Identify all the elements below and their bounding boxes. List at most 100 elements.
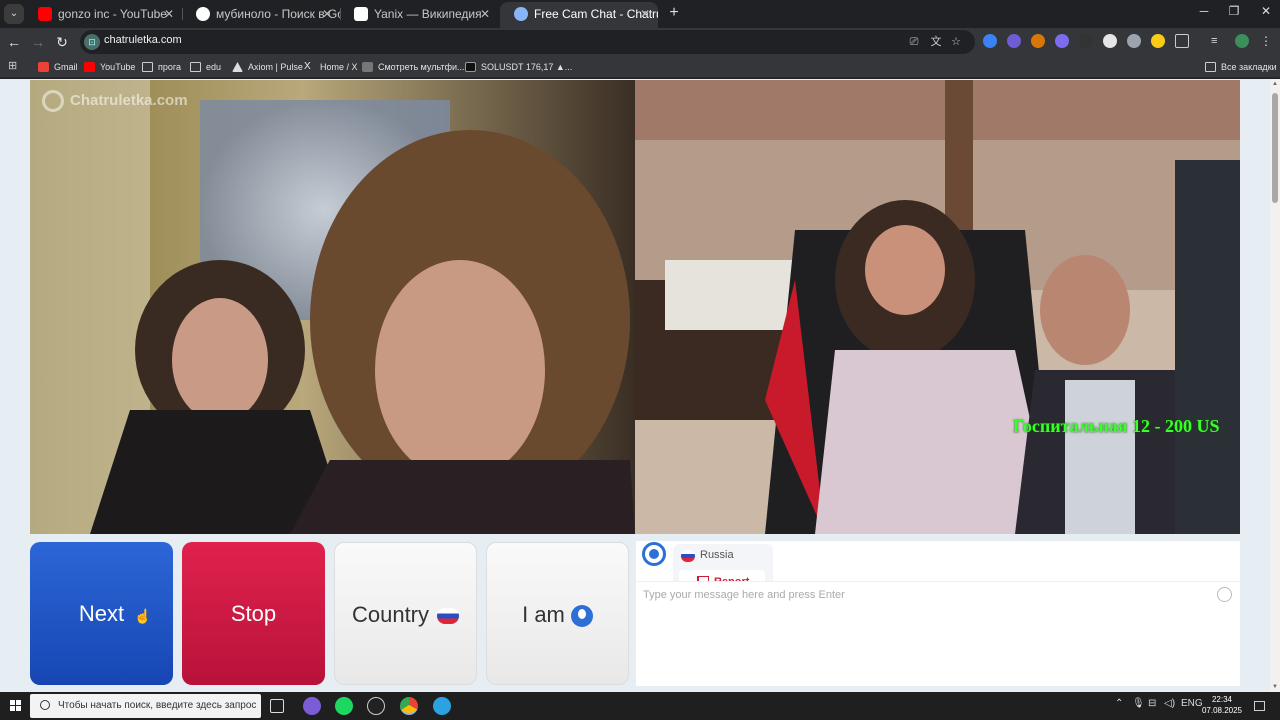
- x-icon: X: [304, 61, 311, 72]
- bookmark-label: edu: [206, 62, 222, 72]
- partner-country: Russia: [700, 549, 734, 561]
- bookmark-label: Gmail: [54, 62, 78, 72]
- country-button[interactable]: Country: [334, 542, 477, 685]
- extensions-puzzle-icon[interactable]: [1175, 34, 1189, 48]
- close-tab-icon[interactable]: ✕: [164, 2, 174, 26]
- restore-icon[interactable]: ❐: [1224, 4, 1244, 22]
- next-button[interactable]: Next: [30, 542, 173, 685]
- tray-overflow-icon[interactable]: ⌃: [1115, 698, 1123, 709]
- chrome-icon[interactable]: [400, 697, 418, 715]
- bookmark-folder-edu[interactable]: edu: [190, 59, 221, 75]
- youtube-icon: [38, 7, 52, 21]
- spotify-icon[interactable]: [335, 697, 353, 715]
- extension-icon[interactable]: [1103, 34, 1117, 48]
- bookmark-gmail[interactable]: Gmail: [38, 59, 78, 75]
- address-bar[interactable]: ⊡ chatruletka.com ⎚ 文 ☆: [80, 30, 975, 54]
- tab-title: Yanix — Википедия: [374, 7, 482, 21]
- axiom-icon: [232, 62, 243, 72]
- partner-video: Госпитальная 12 - 200 US: [635, 80, 1240, 534]
- extension-icon[interactable]: [1079, 34, 1093, 48]
- microphone-icon[interactable]: 🎙: [1132, 698, 1145, 709]
- reload-icon[interactable]: ↻: [52, 32, 72, 52]
- scroll-up-icon[interactable]: ▲: [1271, 81, 1279, 87]
- emoji-icon[interactable]: [1217, 587, 1232, 602]
- gender-button[interactable]: I am: [486, 542, 629, 685]
- bookmark-axiom[interactable]: Axiom | Pulse: [232, 59, 303, 75]
- bookmark-youtube[interactable]: YouTube: [84, 59, 135, 75]
- extension-icon[interactable]: [1055, 34, 1069, 48]
- chatruletka-logo-icon: [42, 90, 64, 112]
- back-icon[interactable]: ←: [4, 32, 24, 52]
- scroll-down-icon[interactable]: ▼: [1271, 684, 1279, 690]
- chat-input-placeholder: Type your message here and press Enter: [643, 589, 845, 601]
- menu-kebab-icon[interactable]: ⋮: [1259, 34, 1273, 48]
- mouse-cursor-icon: ☝: [134, 608, 152, 624]
- forward-icon[interactable]: →: [28, 32, 48, 52]
- clock-date: 07.08.2025: [1201, 706, 1243, 715]
- google-icon: [196, 7, 210, 21]
- stop-label: Stop: [230, 601, 277, 626]
- extension-icon[interactable]: [983, 34, 997, 48]
- site-watermark: Chatruletka.com: [42, 90, 188, 112]
- bookmark-star-icon[interactable]: ☆: [948, 34, 964, 50]
- close-tab-icon[interactable]: ✕: [640, 2, 650, 26]
- taskbar-app-icon[interactable]: [303, 697, 321, 715]
- windows-start-icon[interactable]: [10, 700, 22, 712]
- apps-grid-icon[interactable]: ⊞: [8, 60, 20, 72]
- tab-chatruletka[interactable]: Free Cam Chat - Chatruletk ✕: [500, 2, 658, 28]
- reading-list-icon[interactable]: ≡: [1211, 34, 1225, 48]
- extension-icon[interactable]: [1151, 34, 1165, 48]
- taskbar-search[interactable]: Чтобы начать поиск, введите здесь запрос: [30, 694, 261, 718]
- extension-icon[interactable]: [1007, 34, 1021, 48]
- youtube-icon: [84, 62, 95, 72]
- scroll-thumb[interactable]: [1272, 93, 1278, 203]
- minimize-icon[interactable]: ─: [1194, 4, 1214, 22]
- tab-youtube[interactable]: gonzo inc - YouTube ✕: [24, 2, 182, 28]
- bookmark-solusdt[interactable]: SOLUSDT 176,17 ▲...: [465, 59, 572, 75]
- page-scrollbar[interactable]: ▲ ▼: [1270, 79, 1280, 692]
- stop-button[interactable]: Stop: [182, 542, 325, 685]
- github-icon[interactable]: [367, 697, 385, 715]
- bookmark-label: Все закладки: [1221, 62, 1277, 72]
- new-tab-button[interactable]: +: [664, 4, 684, 24]
- site-icon: [362, 62, 373, 72]
- bookmark-folder-proga[interactable]: прога: [142, 59, 181, 75]
- cast-icon[interactable]: ⎚: [906, 34, 922, 50]
- url-text[interactable]: chatruletka.com: [104, 34, 182, 46]
- system-clock[interactable]: 22:34 07.08.2025: [1200, 694, 1244, 716]
- close-window-icon[interactable]: ✕: [1256, 4, 1276, 22]
- folder-icon: [1205, 62, 1216, 72]
- bookmark-cartoons[interactable]: Смотреть мультфи...: [362, 59, 465, 75]
- translate-icon[interactable]: 文: [928, 34, 944, 50]
- stream-overlay-text: Госпитальная 12 - 200 US: [1013, 416, 1220, 436]
- tab-wikipedia[interactable]: Yanix — Википедия ✕: [340, 2, 498, 28]
- close-tab-icon[interactable]: ✕: [480, 2, 490, 26]
- clock-time: 22:34: [1211, 695, 1233, 704]
- telegram-icon[interactable]: [433, 697, 451, 715]
- profile-avatar[interactable]: [1235, 34, 1249, 48]
- extension-icon[interactable]: [1031, 34, 1045, 48]
- chat-panel: Russia Report: [636, 541, 1240, 686]
- windows-taskbar: Чтобы начать поиск, введите здесь запрос…: [0, 692, 1280, 720]
- bookmark-label: Смотреть мультфи...: [378, 62, 465, 72]
- volume-icon[interactable]: ◁): [1164, 698, 1175, 709]
- network-icon[interactable]: ⊟: [1148, 698, 1156, 709]
- bookmark-x-home[interactable]: X Home / X: [304, 59, 358, 75]
- close-tab-icon[interactable]: ✕: [322, 2, 332, 26]
- extension-icon[interactable]: [1127, 34, 1141, 48]
- user-avatar-icon: [570, 605, 593, 628]
- site-info-icon[interactable]: ⊡: [84, 34, 100, 50]
- all-bookmarks[interactable]: Все закладки: [1205, 59, 1277, 75]
- wikipedia-icon: [354, 7, 368, 21]
- notifications-icon[interactable]: [1254, 701, 1265, 711]
- chat-message-input[interactable]: Type your message here and press Enter: [636, 581, 1240, 607]
- bookmark-label: Axiom | Pulse: [248, 62, 303, 72]
- tab-search-chevron-icon[interactable]: ⌄: [4, 4, 24, 24]
- task-view-icon[interactable]: [270, 699, 284, 713]
- browser-toolbar: ← → ↻ ⊡ chatruletka.com ⎚ 文 ☆ ≡ ⋮: [0, 28, 1280, 56]
- folder-icon: [142, 62, 153, 72]
- next-label: Next: [78, 601, 125, 626]
- russia-flag-icon: [437, 608, 460, 625]
- tab-title: gonzo inc - YouTube: [58, 7, 167, 21]
- tab-google[interactable]: мубиноло - Поиск в Google ✕: [182, 2, 340, 28]
